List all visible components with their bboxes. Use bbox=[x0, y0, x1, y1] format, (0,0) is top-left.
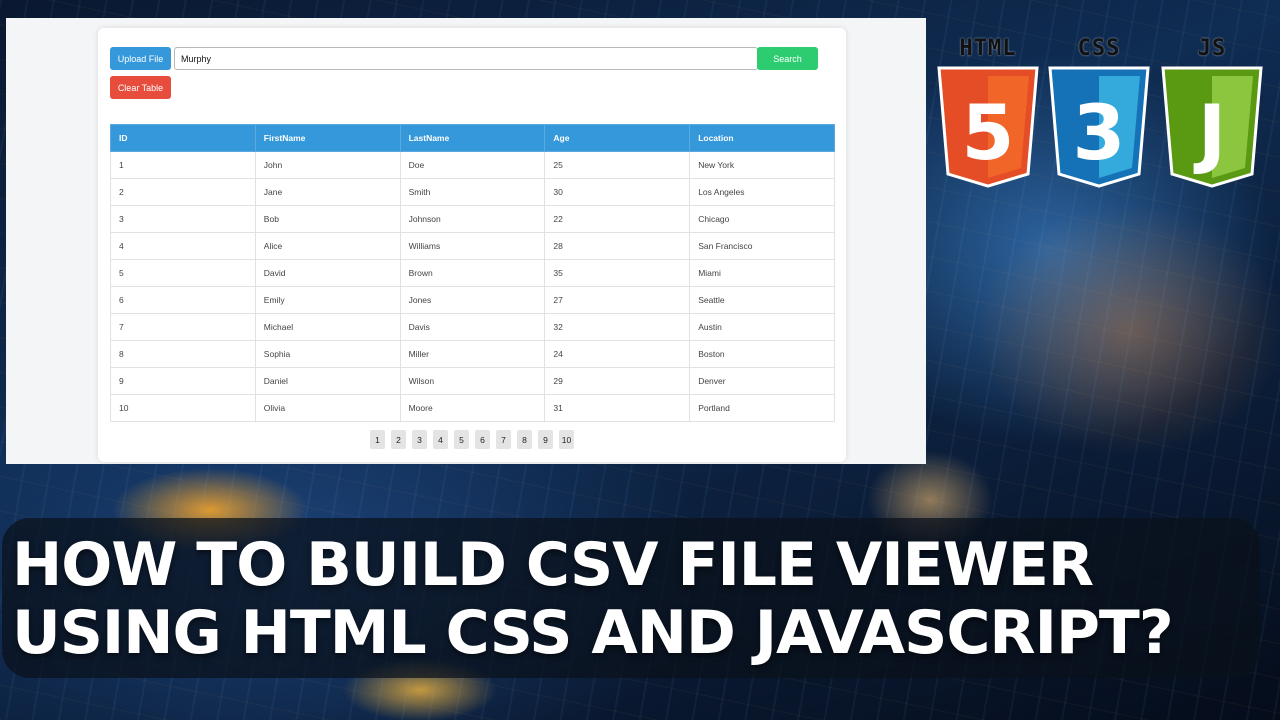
table-cell-id: 2 bbox=[110, 178, 256, 206]
table-cell-firstname: Michael bbox=[254, 313, 401, 341]
table-cell-lastname: Moore bbox=[399, 394, 546, 422]
table-cell-id: 6 bbox=[110, 286, 256, 314]
page-button-5[interactable]: 5 bbox=[454, 430, 469, 449]
table-row: 8 Sophia Miller 24 Boston bbox=[110, 340, 835, 368]
page-button-10[interactable]: 10 bbox=[559, 430, 574, 449]
table-row: 1 John Doe 25 New York bbox=[110, 151, 835, 179]
table-cell-age: 27 bbox=[544, 286, 691, 314]
table-cell-lastname: Davis bbox=[399, 313, 546, 341]
html5-logo: HTML 5 bbox=[934, 36, 1042, 188]
table-row: 4 Alice Williams 28 San Francisco bbox=[110, 232, 835, 260]
table-cell-lastname: Williams bbox=[399, 232, 546, 260]
js-shield-icon: J bbox=[1161, 66, 1263, 188]
table-cell-firstname: Alice bbox=[254, 232, 401, 260]
table-row: 6 Emily Jones 27 Seattle bbox=[110, 286, 835, 314]
table-row: 2 Jane Smith 30 Los Angeles bbox=[110, 178, 835, 206]
table-cell-location: Chicago bbox=[689, 205, 835, 233]
css3-numeral: 3 bbox=[1073, 88, 1126, 177]
column-header-id[interactable]: ID bbox=[110, 124, 256, 152]
column-header-age[interactable]: Age bbox=[544, 124, 691, 152]
pagination: 1 2 3 4 5 6 7 8 9 10 bbox=[98, 430, 846, 449]
table-cell-age: 22 bbox=[544, 205, 691, 233]
page-button-7[interactable]: 7 bbox=[496, 430, 511, 449]
table-cell-location: Austin bbox=[689, 313, 835, 341]
column-header-location[interactable]: Location bbox=[689, 124, 835, 152]
table-row: 3 Bob Johnson 22 Chicago bbox=[110, 205, 835, 233]
table-cell-location: San Francisco bbox=[689, 232, 835, 260]
video-title: HOW TO BUILD CSV FILE VIEWER USING HTML … bbox=[12, 531, 1270, 667]
table-cell-id: 9 bbox=[110, 367, 256, 395]
title-line-1: HOW TO BUILD CSV FILE VIEWER bbox=[12, 530, 1094, 600]
table-cell-location: Boston bbox=[689, 340, 835, 368]
html5-numeral: 5 bbox=[962, 88, 1015, 177]
page-button-4[interactable]: 4 bbox=[433, 430, 448, 449]
table-cell-id: 8 bbox=[110, 340, 256, 368]
table-cell-firstname: Sophia bbox=[254, 340, 401, 368]
table-cell-age: 24 bbox=[544, 340, 691, 368]
table-cell-age: 29 bbox=[544, 367, 691, 395]
table-cell-lastname: Doe bbox=[399, 151, 546, 179]
table-cell-age: 35 bbox=[544, 259, 691, 287]
table-row: 10 Olivia Moore 31 Portland bbox=[110, 394, 835, 422]
table-cell-age: 25 bbox=[544, 151, 691, 179]
table-cell-id: 1 bbox=[110, 151, 256, 179]
page-button-8[interactable]: 8 bbox=[517, 430, 532, 449]
page-button-3[interactable]: 3 bbox=[412, 430, 427, 449]
search-button[interactable]: Search bbox=[757, 47, 818, 70]
table-cell-firstname: Emily bbox=[254, 286, 401, 314]
table-cell-id: 7 bbox=[110, 313, 256, 341]
html5-shield-icon: 5 bbox=[937, 66, 1039, 188]
table-row: 9 Daniel Wilson 29 Denver bbox=[110, 367, 835, 395]
table-cell-id: 4 bbox=[110, 232, 256, 260]
table-cell-id: 3 bbox=[110, 205, 256, 233]
table-cell-location: Portland bbox=[689, 394, 835, 422]
table-cell-firstname: Jane bbox=[254, 178, 401, 206]
search-input[interactable] bbox=[174, 47, 758, 70]
table-cell-age: 28 bbox=[544, 232, 691, 260]
clear-table-button[interactable]: Clear Table bbox=[110, 76, 171, 99]
css-label: CSS bbox=[1077, 36, 1121, 61]
table-cell-id: 10 bbox=[110, 394, 256, 422]
css3-logo: CSS 3 bbox=[1045, 36, 1153, 188]
page-button-6[interactable]: 6 bbox=[475, 430, 490, 449]
table-cell-firstname: Daniel bbox=[254, 367, 401, 395]
table-cell-age: 30 bbox=[544, 178, 691, 206]
app-screenshot: Upload File Search Clear Table IDFirstNa… bbox=[6, 18, 926, 464]
page-button-2[interactable]: 2 bbox=[391, 430, 406, 449]
table-cell-firstname: Olivia bbox=[254, 394, 401, 422]
upload-file-button[interactable]: Upload File bbox=[110, 47, 171, 70]
csv-table: ID FirstName LastName Age Location 1 John Doe 2… bbox=[110, 124, 835, 422]
table-cell-age: 31 bbox=[544, 394, 691, 422]
table-cell-lastname: Jones bbox=[399, 286, 546, 314]
html-label: HTML bbox=[959, 36, 1017, 61]
table-cell-lastname: Wilson bbox=[399, 367, 546, 395]
js-letter: J bbox=[1193, 88, 1226, 177]
table-cell-location: New York bbox=[689, 151, 835, 179]
table-cell-lastname: Johnson bbox=[399, 205, 546, 233]
table-cell-firstname: David bbox=[254, 259, 401, 287]
page-button-1[interactable]: 1 bbox=[370, 430, 385, 449]
table-header-row: ID FirstName LastName Age Location bbox=[110, 124, 835, 152]
table-cell-id: 5 bbox=[110, 259, 256, 287]
table-cell-lastname: Smith bbox=[399, 178, 546, 206]
table-cell-firstname: Bob bbox=[254, 205, 401, 233]
table-cell-age: 32 bbox=[544, 313, 691, 341]
column-header-firstname[interactable]: FirstName bbox=[254, 124, 401, 152]
table-cell-location: Seattle bbox=[689, 286, 835, 314]
table-cell-location: Miami bbox=[689, 259, 835, 287]
table-cell-location: Denver bbox=[689, 367, 835, 395]
column-header-lastname[interactable]: LastName bbox=[399, 124, 546, 152]
css3-shield-icon: 3 bbox=[1048, 66, 1150, 188]
table-row: 7 Michael Davis 32 Austin bbox=[110, 313, 835, 341]
table-cell-lastname: Miller bbox=[399, 340, 546, 368]
table-cell-location: Los Angeles bbox=[689, 178, 835, 206]
page-button-9[interactable]: 9 bbox=[538, 430, 553, 449]
table-cell-firstname: John bbox=[254, 151, 401, 179]
csv-viewer-card: Upload File Search Clear Table IDFirstNa… bbox=[98, 28, 846, 462]
js-logo: JS J bbox=[1158, 36, 1266, 188]
js-label: JS bbox=[1197, 36, 1227, 61]
table-row: 5 David Brown 35 Miami bbox=[110, 259, 835, 287]
title-line-2: USING HTML CSS AND JAVASCRIPT? bbox=[12, 598, 1174, 668]
table-cell-lastname: Brown bbox=[399, 259, 546, 287]
